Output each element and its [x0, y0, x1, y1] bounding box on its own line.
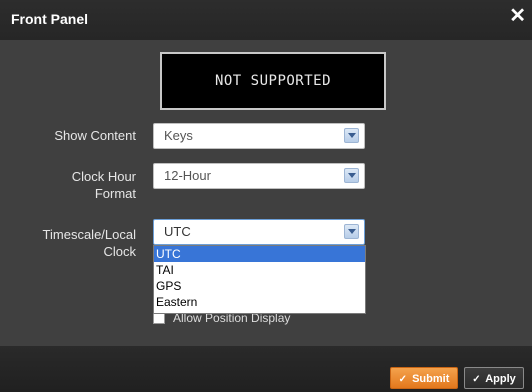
chevron-down-icon — [344, 224, 359, 239]
dialog-titlebar: Front Panel ✕ — [0, 0, 532, 40]
show-content-label: Show Content — [54, 128, 136, 143]
clock-hour-format-label-line1: Clock Hour — [71, 169, 136, 184]
check-icon: ✓ — [398, 374, 408, 385]
timescale-value: UTC — [164, 224, 191, 239]
clock-hour-format-label-line2: Format — [94, 186, 136, 201]
dialog-title: Front Panel — [11, 11, 89, 27]
clock-hour-format-value: 12-Hour — [164, 168, 211, 183]
clock-hour-format-label: Clock Hour Format — [6, 168, 136, 202]
close-icon[interactable]: ✕ — [509, 6, 526, 26]
front-panel-display: NOT SUPPORTED — [160, 52, 386, 110]
timescale-label-line2: Clock — [103, 244, 136, 259]
display-text: NOT SUPPORTED — [214, 73, 332, 89]
chevron-down-icon — [344, 128, 359, 143]
show-content-select[interactable]: Keys — [153, 123, 365, 149]
dropdown-option-tai[interactable]: TAI — [154, 262, 365, 278]
check-icon: ✓ — [472, 374, 481, 385]
dropdown-option-utc[interactable]: UTC — [154, 246, 365, 262]
allow-position-display-row: Allow Position Display — [153, 312, 353, 326]
apply-label: Apply — [485, 373, 516, 385]
clock-hour-format-select[interactable]: 12-Hour — [153, 163, 365, 189]
dropdown-option-eastern[interactable]: Eastern — [154, 294, 365, 310]
front-panel-dialog: Front Panel ✕ NOT SUPPORTED Show Content… — [0, 0, 532, 392]
timescale-label-line1: Timescale/Local — [42, 227, 136, 242]
submit-button[interactable]: ✓ Submit — [390, 367, 458, 389]
show-content-value: Keys — [164, 128, 193, 143]
timescale-label: Timescale/Local Clock — [6, 226, 136, 260]
timescale-dropdown-list: UTC TAI GPS Eastern — [153, 245, 366, 314]
dropdown-option-gps[interactable]: GPS — [154, 278, 365, 294]
chevron-down-icon — [344, 168, 359, 183]
timescale-select[interactable]: UTC — [153, 219, 365, 245]
submit-label: Submit — [412, 373, 450, 385]
apply-button[interactable]: ✓ Apply — [464, 367, 524, 389]
